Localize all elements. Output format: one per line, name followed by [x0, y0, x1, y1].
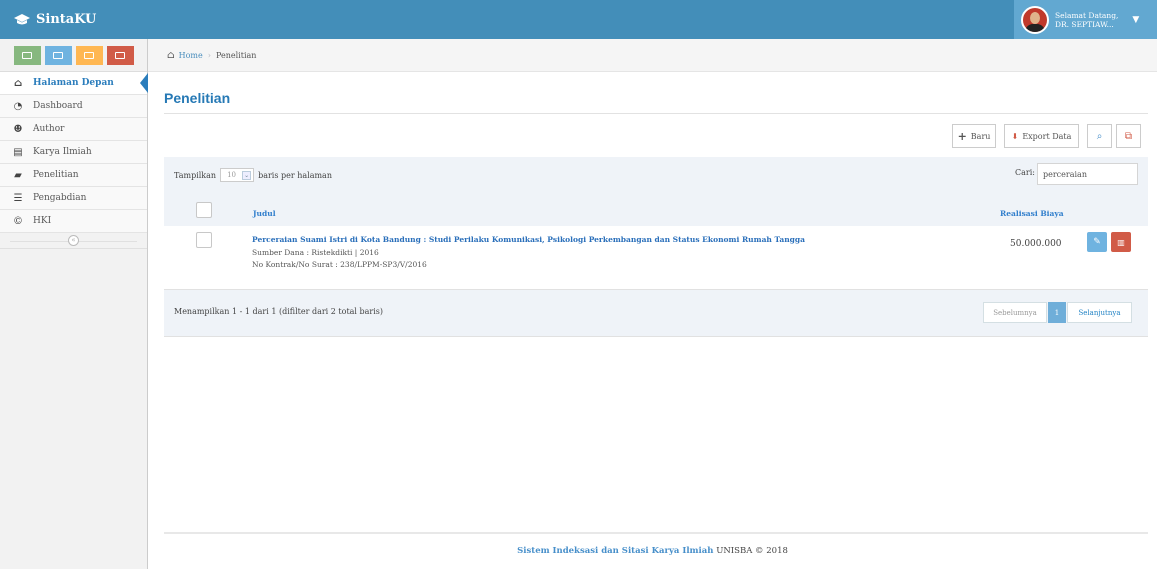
sidebar-item-karya-ilmiah[interactable]: ▤ Karya Ilmiah	[0, 141, 147, 164]
column-header-judul[interactable]: Judul	[253, 209, 276, 218]
sidebar: ⌂ Halaman Depan ◔ Dashboard ☻ Author ▤ K…	[0, 39, 148, 569]
trash-icon: ▥	[1117, 237, 1125, 247]
user-greeting: Selamat Datang,	[1055, 10, 1119, 20]
home-icon: ⌂	[13, 77, 23, 89]
pager-page-1[interactable]: 1	[1048, 302, 1066, 323]
sidebar-shortcuts	[0, 39, 147, 72]
sidebar-item-label: HKI	[33, 216, 52, 226]
sidebar-item-pengabdian[interactable]: ☰ Pengabdian	[0, 187, 147, 210]
row-contract: No Kontrak/No Surat : 238/LPPM-SP3/V/201…	[252, 260, 427, 269]
export-data-button[interactable]: ⬇ Export Data	[1004, 124, 1079, 148]
page-length-select[interactable]: 10 ⌄	[220, 168, 255, 182]
sidebar-item-label: Halaman Depan	[33, 78, 114, 88]
list-icon: ☰	[13, 192, 23, 204]
row-cost: 50.000.000	[1010, 239, 1062, 249]
pager-next-button[interactable]: Selanjutnya	[1067, 302, 1132, 323]
sidebar-item-label: Karya Ilmiah	[33, 147, 92, 157]
new-button[interactable]: + Baru	[952, 124, 996, 148]
copyright-icon: ©	[13, 215, 23, 227]
avatar	[1021, 5, 1049, 34]
edit-button[interactable]: ✎	[1087, 232, 1107, 252]
sidebar-item-author[interactable]: ☻ Author	[0, 118, 147, 141]
sidebar-item-label: Pengabdian	[33, 193, 87, 203]
new-button-label: Baru	[970, 131, 991, 141]
plus-icon: +	[957, 129, 967, 143]
graduation-cap-icon	[14, 13, 30, 24]
sidebar-item-hki[interactable]: © HKI	[0, 210, 147, 233]
footer: Sistem Indeksasi dan Sitasi Karya Ilmiah…	[148, 546, 1157, 556]
row-source: Sumber Dana : Ristekdikti | 2016	[252, 248, 379, 257]
breadcrumb-current: Penelitian	[215, 50, 257, 60]
search-label: Cari:	[1015, 168, 1035, 177]
user-name: DR. SEPTIAW...	[1055, 19, 1114, 29]
pager-previous-button[interactable]: Sebelumnya	[983, 302, 1047, 323]
sidebar-item-label: Penelitian	[33, 170, 79, 180]
footer-divider	[164, 532, 1148, 534]
search-input[interactable]	[1037, 163, 1138, 185]
export-button-label: Export Data	[1022, 131, 1072, 141]
double-chevron-left-icon: «	[68, 235, 79, 246]
shortcut-pencil-button[interactable]	[44, 45, 72, 65]
users-icon: ☻	[13, 123, 23, 135]
brand-name: SintaKU	[36, 12, 97, 27]
sidebar-item-dashboard[interactable]: ◔ Dashboard	[0, 95, 147, 118]
sidebar-item-penelitian[interactable]: ▰ Penelitian	[0, 164, 147, 187]
file-icon: ▤	[13, 146, 23, 158]
page-length-prefix: Tampilkan	[174, 170, 217, 180]
copy-button[interactable]: ⧉	[1116, 124, 1141, 148]
caret-down-icon: ▼	[1132, 14, 1140, 25]
search-icon: ⌕	[1096, 130, 1103, 142]
row-title-link[interactable]: Perceraian Suami Istri di Kota Bandung :…	[252, 235, 805, 244]
footer-system-name: Sistem Indeksasi dan Sitasi Karya Ilmiah	[517, 546, 714, 556]
pencil-icon: ✎	[1093, 237, 1101, 247]
column-header-realisasi-biaya[interactable]: Realisasi Biaya	[1000, 209, 1064, 218]
sidebar-item-halaman-depan[interactable]: ⌂ Halaman Depan	[0, 72, 148, 95]
download-icon: ⬇	[1011, 131, 1019, 141]
page-length-suffix: baris per halaman	[258, 170, 332, 180]
shortcut-cogs-button[interactable]	[106, 45, 134, 65]
sidebar-item-label: Dashboard	[33, 101, 83, 111]
sidebar-item-label: Author	[33, 124, 65, 134]
search-button[interactable]: ⌕	[1087, 124, 1112, 148]
row-checkbox[interactable]	[196, 232, 212, 248]
user-menu[interactable]: Selamat Datang, DR. SEPTIAW... ▼	[1014, 0, 1157, 39]
table-info: Menampilkan 1 - 1 dari 1 (difilter dari …	[174, 307, 384, 316]
select-all-checkbox[interactable]	[196, 202, 212, 218]
home-icon: ⌂	[167, 49, 175, 61]
page-title: Penelitian	[164, 90, 231, 106]
breadcrumb: ⌂ Home › Penelitian	[148, 39, 1157, 72]
footer-org: UNISBA © 2018	[716, 546, 788, 556]
breadcrumb-home-link[interactable]: Home	[179, 51, 203, 60]
shortcut-chart-button[interactable]	[13, 45, 41, 65]
chevron-right-icon: ›	[207, 50, 211, 60]
dashboard-icon: ◔	[13, 100, 23, 112]
brand[interactable]: SintaKU	[0, 0, 148, 39]
book-icon: ▰	[14, 169, 22, 181]
header-divider	[164, 113, 1148, 114]
copy-icon: ⧉	[1124, 130, 1133, 142]
chevron-down-icon: ⌄	[242, 170, 252, 180]
delete-button[interactable]: ▥	[1111, 232, 1131, 252]
sidebar-collapse-toggle[interactable]: «	[0, 233, 147, 249]
shortcut-users-button[interactable]	[75, 45, 103, 65]
page-length-control: Tampilkan 10 ⌄ baris per halaman	[174, 168, 332, 182]
top-navbar: SintaKU Selamat Datang, DR. SEPTIAW... ▼	[0, 0, 1157, 39]
page-length-value: 10	[227, 171, 236, 179]
